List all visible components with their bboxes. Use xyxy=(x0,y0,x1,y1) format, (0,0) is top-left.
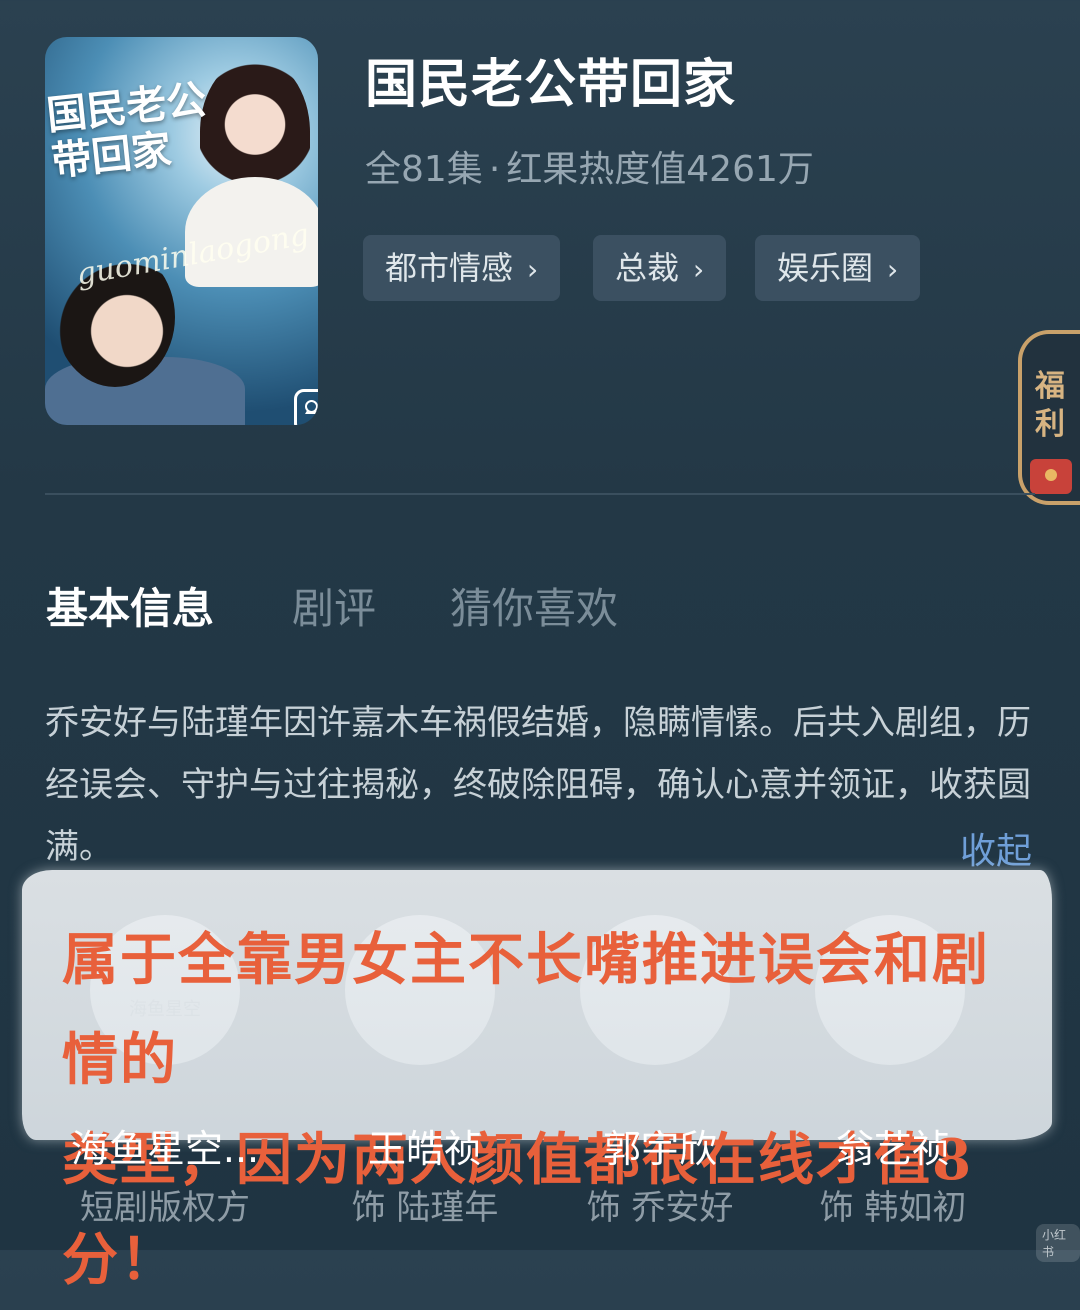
cast-name[interactable]: 海鱼星空... xyxy=(45,1118,285,1173)
image-gallery-icon[interactable] xyxy=(294,389,318,425)
tag-entertainment[interactable]: 娱乐圈 › xyxy=(755,235,921,301)
tag-label: 娱乐圈 xyxy=(777,249,874,287)
cast-role: 饰 乔安好 xyxy=(586,1188,734,1228)
chevron-right-icon: › xyxy=(887,253,899,286)
red-envelope-icon xyxy=(1030,459,1072,494)
welfare-label: 福 利 xyxy=(1030,368,1070,444)
show-meta: 全81集 · 红果热度值4261万 xyxy=(365,140,814,192)
watermark: 小红书 xyxy=(1036,1224,1080,1262)
drama-poster[interactable]: 国民老公带回家 guominlaogong xyxy=(45,37,318,425)
tag-label: 总裁 xyxy=(615,249,680,287)
heat-value: 红果热度值4261万 xyxy=(506,149,814,190)
welfare-label-char-2: 利 xyxy=(1035,407,1065,442)
episode-count: 全81集 xyxy=(365,149,483,190)
welfare-button[interactable]: 福 利 xyxy=(1018,330,1080,505)
tag-ceo[interactable]: 总裁 › xyxy=(593,235,727,301)
tab-recommendations[interactable]: 猜你喜欢 xyxy=(450,575,618,636)
overlay-comment-line-1: 属于全靠男女主不长嘴推进误会和剧情的 xyxy=(62,927,990,1093)
show-title: 国民老公带回家 xyxy=(365,55,737,115)
cast-role: 饰 韩如初 xyxy=(819,1188,967,1228)
meta-separator: · xyxy=(488,149,501,190)
overlay-comment: 属于全靠男女主不长嘴推进误会和剧情的 类型，因为两人颜值都很在线才值8分！ xyxy=(62,910,1032,1310)
tab-reviews[interactable]: 剧评 xyxy=(292,575,376,636)
synopsis-text: 乔安好与陆瑾年因许嘉木车祸假结婚，隐瞒情愫。后共入剧组，历经误会、守护与过往揭秘… xyxy=(45,703,1031,867)
tag-label: 都市情感 xyxy=(385,249,514,287)
chevron-right-icon: › xyxy=(693,253,705,286)
collapse-link[interactable]: 收起 xyxy=(960,822,1032,874)
tag-urban-romance[interactable]: 都市情感 › xyxy=(363,235,561,301)
cast-name[interactable]: 王皓祯 xyxy=(305,1118,545,1173)
chevron-right-icon: › xyxy=(527,253,539,286)
cast-role: 短剧版权方 xyxy=(80,1188,250,1228)
tab-basic-info[interactable]: 基本信息 xyxy=(46,575,214,636)
cast-name[interactable]: 郭宇欣 xyxy=(540,1118,780,1173)
section-divider xyxy=(45,493,1035,495)
welfare-label-char-1: 福 xyxy=(1035,369,1065,404)
cast-role: 饰 陆瑾年 xyxy=(351,1188,499,1228)
poster-title-art: 国民老公带回家 xyxy=(45,75,209,186)
cast-name[interactable]: 翁艺祯 xyxy=(773,1118,1013,1173)
